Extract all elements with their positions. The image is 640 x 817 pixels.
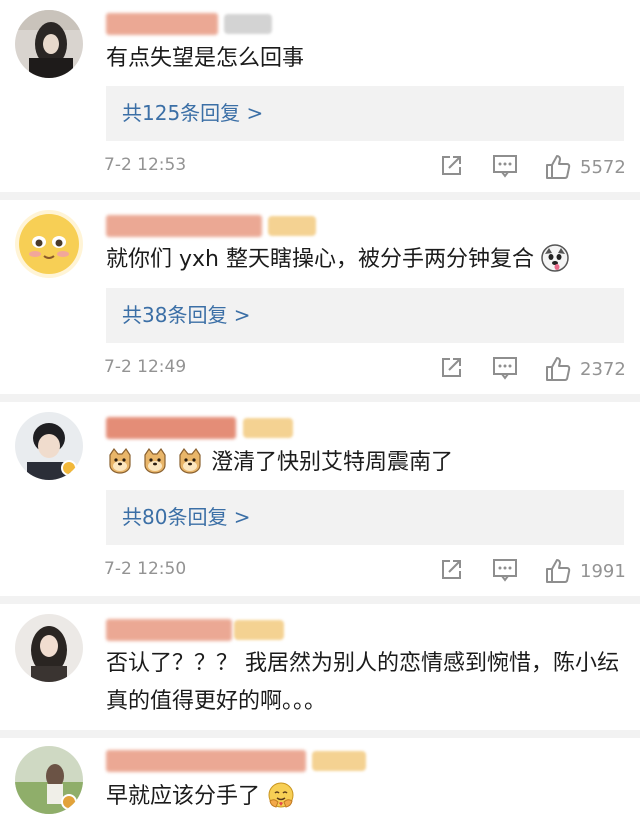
comment-feed: 有点失望是怎么回事 共125条回复 > 7-2 12:53 5572 就你们 y…: [0, 0, 640, 817]
hug-emoji-icon: [267, 781, 295, 809]
username-blurred[interactable]: [106, 750, 306, 772]
user-badge-blurred: [268, 216, 316, 236]
comment-text: 澄清了快别艾特周震南了: [106, 444, 620, 482]
username-blurred[interactable]: [106, 619, 232, 641]
avatar[interactable]: [15, 746, 83, 814]
like-count: 5572: [580, 156, 626, 178]
comment-text: 早就应该分手了: [106, 778, 620, 816]
comment-icon[interactable]: [492, 557, 518, 583]
username-blurred[interactable]: [106, 215, 262, 237]
share-icon[interactable]: [438, 557, 464, 583]
avatar[interactable]: [15, 210, 83, 278]
comment-text: 就你们 yxh 整天瞎操心，被分手两分钟复合: [106, 241, 620, 279]
username-blurred[interactable]: [106, 417, 236, 439]
comment-timestamp: 7-2 12:49: [104, 357, 187, 377]
divider: [0, 596, 640, 604]
doge-emoji-icon: [176, 447, 204, 475]
husky-emoji-icon: [541, 244, 569, 272]
like-button[interactable]: 2372: [544, 355, 626, 383]
share-icon[interactable]: [438, 153, 464, 179]
user-badge-blurred: [243, 418, 293, 438]
username-blurred[interactable]: [106, 13, 218, 35]
comment-timestamp: 7-2 12:50: [104, 559, 187, 579]
thumbs-up-icon: [544, 557, 572, 585]
comment-text: 有点失望是怎么回事: [106, 46, 305, 71]
avatar[interactable]: [15, 614, 83, 682]
comment-icon[interactable]: [492, 153, 518, 179]
divider: [0, 192, 640, 200]
like-button[interactable]: 5572: [544, 153, 626, 181]
like-count: 1991: [580, 560, 626, 582]
like-button[interactable]: 1991: [544, 557, 626, 585]
share-icon[interactable]: [438, 355, 464, 381]
comment-meta: 7-2 12:50 1991: [104, 557, 626, 585]
comment-text: 否认了？？？ 我居然为别人的恋情感到惋惜，陈小纭真的值得更好的啊。。。: [106, 651, 619, 714]
comment-icon[interactable]: [492, 355, 518, 381]
avatar[interactable]: [15, 412, 83, 480]
view-replies-link[interactable]: 共125条回复 >: [106, 86, 624, 141]
view-replies-link[interactable]: 共38条回复 >: [106, 288, 624, 343]
thumbs-up-icon: [544, 355, 572, 383]
comment-timestamp: 7-2 12:53: [104, 155, 187, 175]
comment-text-content: 就你们 yxh 整天瞎操心，被分手两分钟复合: [106, 247, 534, 272]
comment-meta: 7-2 12:53 5572: [104, 153, 626, 181]
view-replies-link[interactable]: 共80条回复 >: [106, 490, 624, 545]
comment-text-content: 澄清了快别艾特周震南了: [211, 450, 454, 475]
user-badge-blurred: [234, 620, 284, 640]
like-count: 2372: [580, 358, 626, 380]
user-badge-blurred: [312, 751, 366, 771]
doge-emoji-icon: [141, 447, 169, 475]
comment-text-content: 早就应该分手了: [106, 784, 261, 809]
doge-emoji-icon: [106, 447, 134, 475]
thumbs-up-icon: [544, 153, 572, 181]
avatar[interactable]: [15, 10, 83, 78]
divider: [0, 730, 640, 738]
comment-meta: 7-2 12:49 2372: [104, 355, 626, 383]
user-badge-blurred: [224, 14, 272, 34]
divider: [0, 394, 640, 402]
